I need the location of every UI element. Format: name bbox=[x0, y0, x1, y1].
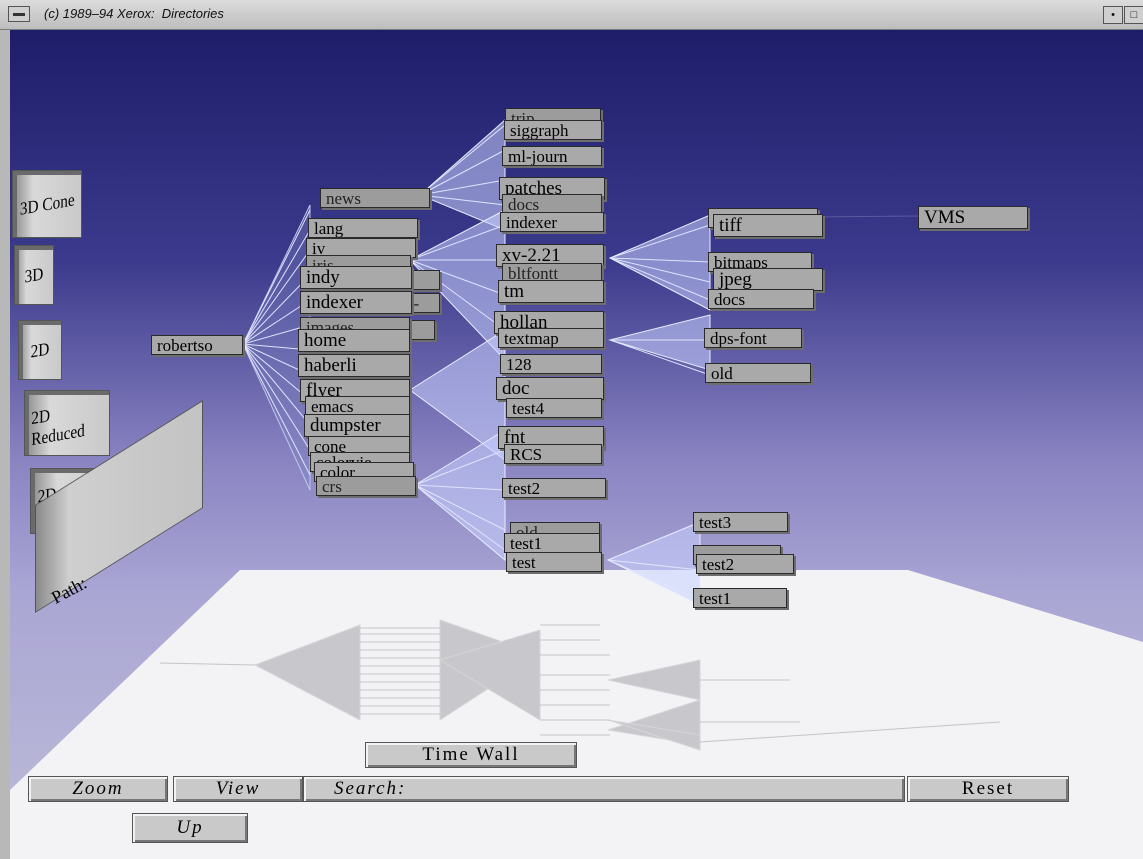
window-titlebar: (c) 1989–94 Xerox: Directories • □ bbox=[0, 0, 1143, 30]
node-level1[interactable]: lang bbox=[308, 218, 418, 238]
node-level2[interactable]: RCS bbox=[504, 444, 602, 464]
node-level2[interactable]: textmap bbox=[498, 328, 604, 348]
view-2d-reduced-button[interactable]: 2D Reduced bbox=[24, 390, 110, 456]
minimize-button[interactable]: • bbox=[1103, 6, 1123, 24]
maximize-button[interactable]: □ bbox=[1124, 6, 1143, 24]
node-level2[interactable]: doc bbox=[496, 377, 604, 400]
node-level1[interactable]: home bbox=[298, 329, 410, 352]
node-level3[interactable]: dps-font bbox=[704, 328, 802, 348]
node-level1[interactable]: haberli bbox=[298, 354, 410, 377]
view-button[interactable]: View bbox=[173, 776, 303, 802]
node-level3[interactable]: old bbox=[705, 363, 811, 383]
zoom-button[interactable]: Zoom bbox=[28, 776, 168, 802]
node-level1[interactable]: indexer bbox=[300, 291, 412, 314]
node-level1[interactable]: indy bbox=[300, 266, 412, 289]
node-root[interactable]: robertso bbox=[151, 335, 243, 355]
search-field[interactable]: Search: bbox=[303, 776, 905, 802]
node-level3[interactable]: docs bbox=[708, 289, 814, 309]
reset-button[interactable]: Reset bbox=[907, 776, 1069, 802]
node-level3[interactable]: test1 bbox=[693, 588, 787, 608]
node-level1[interactable]: emacs bbox=[305, 396, 410, 416]
window-menu-button[interactable] bbox=[8, 6, 30, 22]
up-button[interactable]: Up bbox=[132, 813, 248, 843]
node-level2[interactable]: siggraph bbox=[504, 120, 602, 140]
node-level1[interactable]: crs bbox=[316, 476, 416, 496]
node-level2[interactable]: tm bbox=[498, 280, 604, 303]
node-level2[interactable]: test bbox=[506, 552, 602, 572]
node-level3[interactable]: tiff bbox=[713, 214, 823, 237]
node-far[interactable]: VMS bbox=[918, 206, 1028, 229]
time-wall-button[interactable]: Time Wall bbox=[365, 742, 577, 768]
node-level2[interactable]: 128 bbox=[500, 354, 602, 374]
view-3d-button[interactable]: 3D bbox=[14, 245, 54, 305]
node-level2[interactable]: docs bbox=[502, 194, 602, 214]
node-level2[interactable]: ml-journ bbox=[502, 146, 602, 166]
node-level1[interactable]: news bbox=[320, 188, 430, 208]
node-level3[interactable]: test2 bbox=[696, 554, 794, 574]
node-level2[interactable]: test4 bbox=[506, 398, 602, 418]
node-level1[interactable]: dumpster bbox=[304, 414, 410, 437]
3d-viewport[interactable]: 3D Cone 3D 2D 2D Reduced 2D Graphed Path… bbox=[10, 30, 1143, 859]
node-level3[interactable]: test3 bbox=[693, 512, 788, 532]
view-3d-cone-button[interactable]: 3D Cone bbox=[12, 170, 82, 238]
view-2d-button[interactable]: 2D bbox=[18, 320, 62, 380]
node-level2[interactable]: test1 bbox=[504, 533, 600, 553]
node-level2[interactable]: indexer bbox=[500, 212, 604, 232]
window-title: (c) 1989–94 Xerox: Directories bbox=[44, 6, 224, 21]
node-level2[interactable]: test2 bbox=[502, 478, 606, 498]
node-level3[interactable]: jpeg bbox=[713, 268, 823, 291]
